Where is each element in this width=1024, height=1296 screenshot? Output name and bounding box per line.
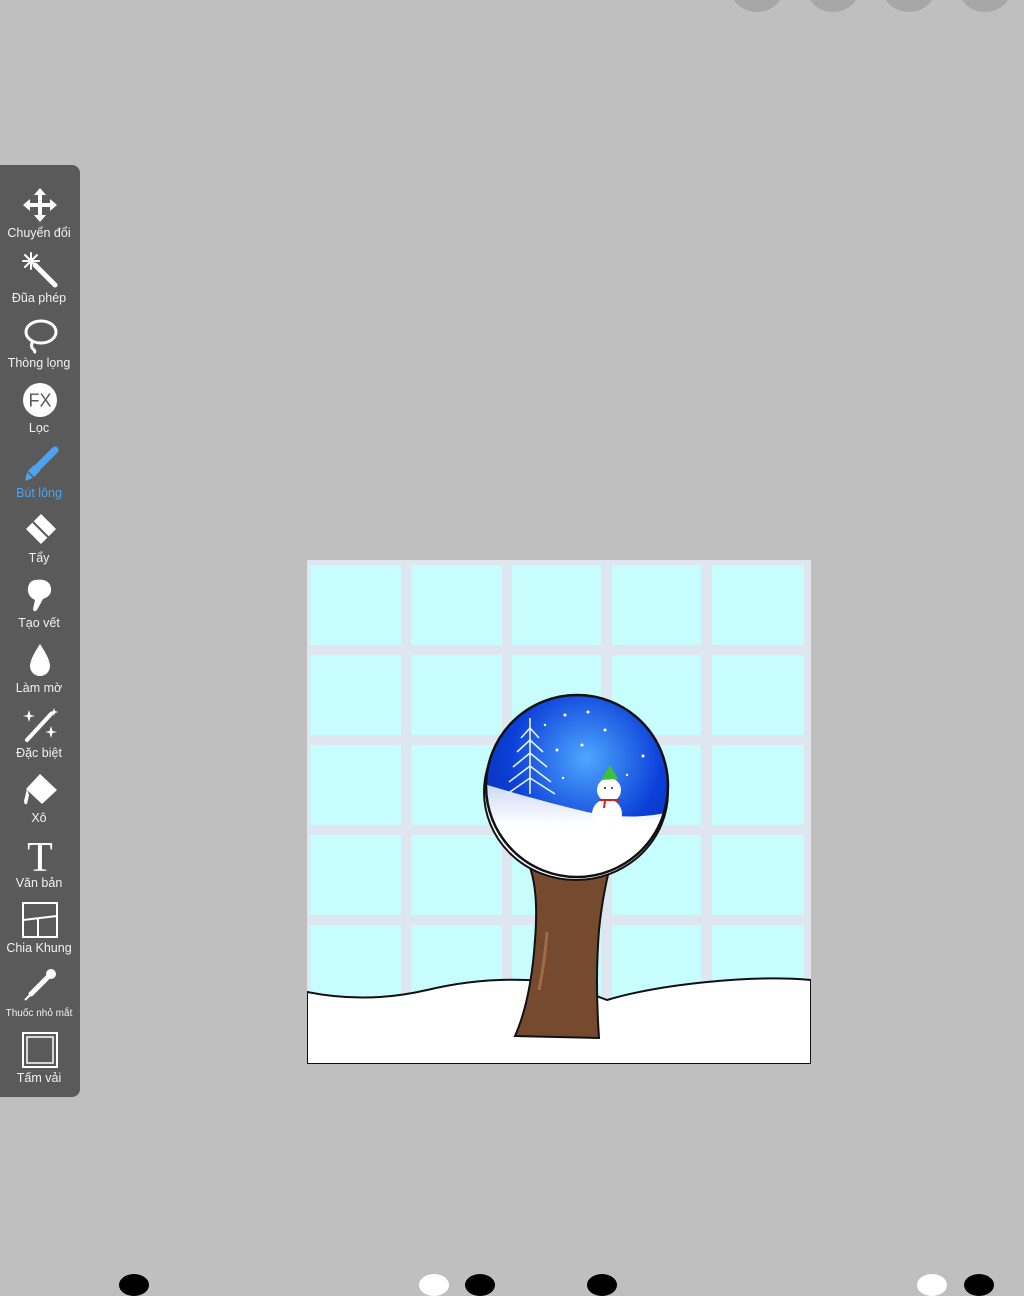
tool-label: Tấm vải (16, 1071, 62, 1085)
text-icon: T (20, 836, 60, 874)
top-circle-button-3[interactable] (882, 0, 936, 12)
tool-blur[interactable]: Làm mờ (0, 630, 80, 695)
tool-label: Đặc biệt (16, 746, 62, 760)
tool-label: Làm mờ (15, 681, 63, 695)
tool-label: Đũa phép (11, 291, 67, 305)
tool-brush[interactable]: Bút lông (0, 435, 80, 500)
move-arrows-icon (20, 187, 60, 223)
paint-bucket-icon (20, 772, 60, 808)
eyedropper-icon (20, 967, 60, 1003)
bottom-dot-4[interactable] (587, 1274, 617, 1296)
tool-palette: Chuyển đổi Đũa phép Thòng lọng FX Lọc Bú… (0, 165, 80, 1097)
tool-label: Tạo vết (18, 616, 60, 630)
bottom-dot-2[interactable] (419, 1274, 449, 1296)
droplet-icon (20, 642, 60, 678)
top-circle-button-1[interactable] (730, 0, 784, 12)
frame-divider-icon (20, 902, 60, 938)
bottom-dot-6[interactable] (964, 1274, 994, 1296)
brush-icon (20, 446, 60, 483)
bottom-dot-3[interactable] (465, 1274, 495, 1296)
tool-label: Xô (31, 811, 47, 825)
tool-label: Chuyển đổi (7, 226, 71, 240)
tool-eraser[interactable]: Tẩy (0, 500, 80, 565)
top-circle-button-2[interactable] (806, 0, 860, 12)
tool-label: Thuốc nhỏ mắt (5, 1008, 73, 1019)
tool-smudge[interactable]: Tạo vết (0, 565, 80, 630)
bottom-dot-1[interactable] (119, 1274, 149, 1296)
sparkle-wand-icon (20, 707, 60, 743)
tool-filter[interactable]: FX Lọc (0, 370, 80, 435)
tool-eyedropper[interactable]: Thuốc nhỏ mắt (0, 955, 80, 1020)
tool-label: Bút lông (16, 486, 62, 500)
tool-label: Tẩy (28, 551, 50, 565)
smudge-icon (20, 577, 60, 613)
tool-magic-wand[interactable]: Đũa phép (0, 240, 80, 305)
tool-bucket[interactable]: Xô (0, 760, 80, 825)
canvas-icon (20, 1032, 60, 1068)
tool-text[interactable]: T Văn bản (0, 825, 80, 890)
tool-label: Lọc (28, 421, 50, 435)
artwork (307, 560, 811, 1064)
tool-frame-divider[interactable]: Chia Khung (0, 890, 80, 955)
tool-label: Chia Khung (6, 941, 72, 955)
tool-label: Văn bản (15, 876, 63, 890)
text-icon-glyph: T (27, 836, 53, 874)
fx-icon: FX (20, 382, 60, 418)
tool-canvas[interactable]: Tấm vải (0, 1020, 80, 1085)
tool-transform[interactable]: Chuyển đổi (0, 175, 80, 240)
bottom-dot-5[interactable] (917, 1274, 947, 1296)
top-action-buttons (730, 0, 1024, 14)
tool-label: Thòng lọng (7, 356, 71, 370)
lasso-icon (20, 317, 60, 354)
magic-wand-icon (20, 252, 60, 288)
tool-special[interactable]: Đặc biệt (0, 695, 80, 760)
eraser-icon (20, 512, 60, 548)
tool-lasso[interactable]: Thòng lọng (0, 305, 80, 370)
drawing-canvas[interactable] (307, 560, 811, 1064)
top-circle-button-4[interactable] (958, 0, 1012, 12)
fx-icon-text: FX (28, 391, 51, 411)
